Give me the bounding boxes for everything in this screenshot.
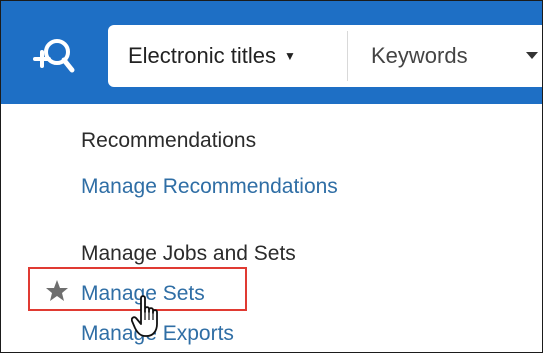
recommendations-heading: Recommendations [81, 129, 257, 152]
search-box: Electronic titles ▼ Keywords [108, 25, 542, 87]
star-icon[interactable] [45, 279, 69, 303]
search-scope-dropdown[interactable]: Electronic titles ▼ [108, 25, 346, 87]
jobs-and-sets-heading: Manage Jobs and Sets [81, 242, 296, 265]
search-scope-label: Electronic titles [128, 43, 276, 68]
app-frame: Electronic titles ▼ Keywords Recommendat… [0, 0, 543, 353]
manage-recommendations-link[interactable]: Manage Recommendations [81, 175, 338, 199]
hand-cursor-icon [130, 294, 165, 340]
caret-down-icon: ▼ [283, 49, 296, 63]
persistent-search-icon[interactable] [31, 35, 81, 77]
search-field-label: Keywords [371, 43, 468, 68]
caret-down-icon [526, 52, 538, 59]
search-bar: Electronic titles ▼ Keywords [1, 1, 542, 104]
search-field-dropdown[interactable]: Keywords [348, 25, 542, 87]
